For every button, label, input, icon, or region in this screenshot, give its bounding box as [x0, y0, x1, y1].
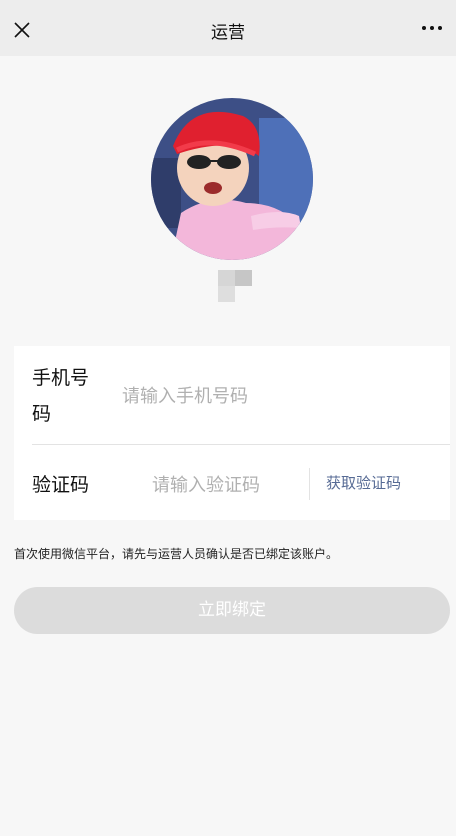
phone-input[interactable] — [122, 382, 422, 410]
phone-label: 手机号码 — [32, 367, 90, 425]
more-icon[interactable] — [420, 22, 444, 34]
verification-code-input[interactable] — [152, 471, 312, 499]
bind-now-button[interactable]: 立即绑定 — [14, 587, 450, 634]
code-label: 验证码 — [32, 474, 90, 496]
nav-bar: 运营 — [0, 0, 456, 56]
vertical-divider — [309, 468, 310, 500]
page-title: 运营 — [211, 23, 245, 43]
avatar — [151, 98, 313, 260]
get-code-link[interactable]: 获取验证码 — [326, 472, 401, 493]
notice-text: 首次使用微信平台，请先与运营人员确认是否已绑定该账户。 — [14, 547, 339, 561]
binding-form: 手机号码 验证码 获取验证码 — [14, 346, 450, 520]
divider — [32, 444, 450, 445]
masked-name-icon — [218, 270, 252, 302]
